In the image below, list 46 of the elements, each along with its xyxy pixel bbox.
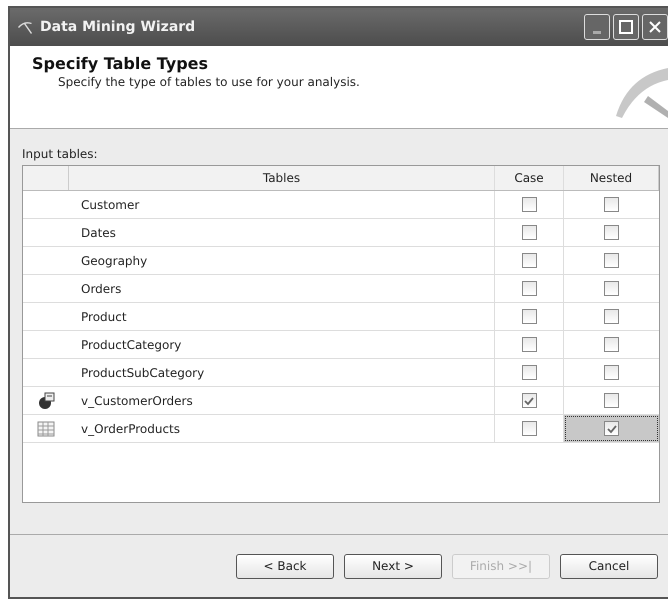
case-checkbox[interactable] (522, 197, 536, 212)
case-checkbox[interactable] (522, 309, 536, 324)
case-checkbox[interactable] (522, 421, 536, 436)
wizard-button[interactable]: < Back (236, 554, 334, 578)
table-name: Dates (81, 226, 116, 240)
nested-checkbox[interactable] (604, 281, 619, 296)
table-name: v_CustomerOrders (81, 394, 193, 408)
case-table-icon (37, 392, 55, 410)
table-name: ProductCategory (81, 338, 182, 352)
close-icon (648, 20, 662, 34)
table-icon (37, 420, 55, 436)
input-tables-label: Input tables: (22, 147, 99, 161)
nested-checkbox[interactable] (604, 421, 619, 436)
page-subtitle: Specify the type of tables to use for your analysis. (57, 75, 361, 89)
column-header[interactable]: Case (495, 166, 564, 190)
table-name: Customer (81, 198, 140, 212)
maximize-icon (619, 20, 633, 34)
nested-checkbox[interactable] (604, 393, 619, 408)
minimize-icon (593, 30, 601, 34)
table-name: ProductSubCategory (81, 366, 204, 380)
column-header[interactable]: Tables (69, 166, 495, 190)
pickaxe-icon (16, 19, 34, 35)
nested-checkbox[interactable] (604, 197, 619, 212)
case-checkbox[interactable] (522, 393, 536, 408)
case-checkbox[interactable] (522, 281, 536, 296)
case-checkbox[interactable] (522, 365, 536, 380)
case-checkbox[interactable] (522, 337, 536, 352)
maximize-button[interactable] (613, 14, 639, 40)
nested-checkbox[interactable] (604, 225, 619, 240)
table-name: v_OrderProducts (81, 422, 180, 436)
table-name: Geography (81, 254, 148, 268)
nested-checkbox[interactable] (604, 365, 619, 380)
nested-checkbox[interactable] (604, 309, 619, 324)
wizard-button[interactable]: Cancel (560, 554, 658, 578)
page-title: Specify Table Types (32, 54, 210, 73)
minimize-button[interactable] (584, 14, 610, 40)
nested-checkbox[interactable] (604, 253, 619, 268)
table-name: Orders (81, 282, 122, 296)
table-name: Product (81, 310, 127, 324)
wizard-button[interactable]: Next > (344, 554, 442, 578)
nested-checkbox[interactable] (604, 337, 619, 352)
case-checkbox[interactable] (522, 225, 536, 240)
window-title: Data Mining Wizard (40, 19, 196, 35)
case-checkbox[interactable] (522, 253, 536, 268)
close-button[interactable] (642, 14, 668, 40)
column-header[interactable]: Nested (564, 166, 659, 190)
